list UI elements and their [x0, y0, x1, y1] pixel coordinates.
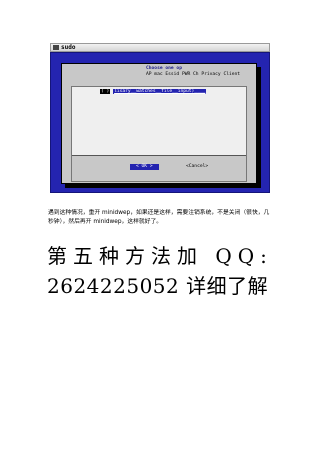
list-item[interactable]: ( ) lisary__watches__file__input)____ — [100, 89, 207, 95]
column-headers: AP mac Essid PWR Ch Privacy Client — [146, 71, 241, 77]
instruction-note: 遇到这种情况，重开 minidwep，如果还是这样，需要注销系统，不是关闭（很快… — [48, 210, 270, 225]
selection-marker: ( ) — [100, 89, 111, 94]
button-bar: < OK > <Cancel> — [72, 155, 246, 181]
option-list: ( ) lisary__watches__file__input)____ < … — [71, 86, 247, 182]
window-title: sudo — [61, 44, 76, 51]
ok-button[interactable]: < OK > — [130, 164, 159, 170]
choose-op-dialog: Choose one op AP mac Essid PWR Ch Privac… — [61, 63, 257, 184]
option-label: lisary__watches__file__input)____ — [113, 89, 207, 94]
window-titlebar: sudo — [50, 43, 270, 52]
terminal-area: Choose one op AP mac Essid PWR Ch Privac… — [50, 52, 270, 193]
terminal-icon — [53, 45, 59, 50]
method-heading: 第五种方法加 QQ: — [47, 244, 273, 268]
qq-contact: 2624225052 详细了解 — [47, 274, 269, 298]
cancel-button[interactable]: <Cancel> — [186, 164, 208, 170]
terminal-screenshot: sudo Choose one op AP mac Essid PWR Ch P… — [50, 43, 270, 193]
dialog-menu: Choose one op AP mac Essid PWR Ch Privac… — [146, 66, 240, 77]
